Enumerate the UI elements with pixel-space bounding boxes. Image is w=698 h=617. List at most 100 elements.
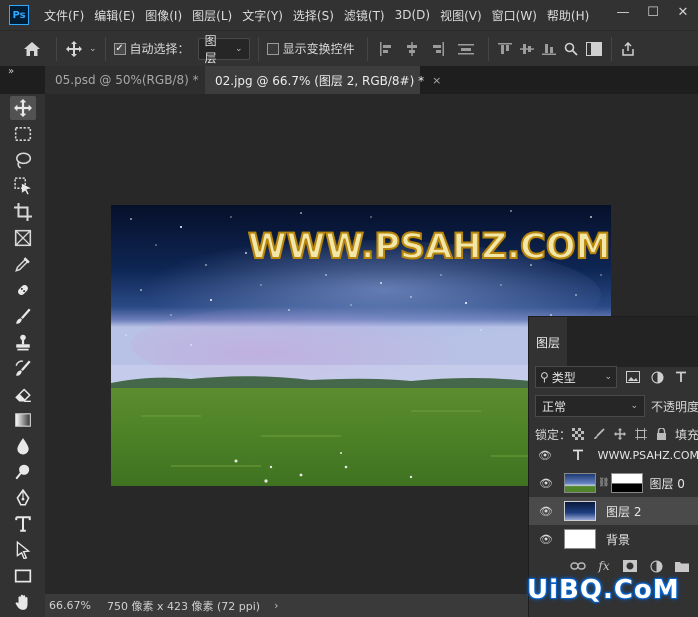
brush-tool-icon[interactable] [10, 304, 36, 328]
crop-tool-icon[interactable] [10, 200, 36, 224]
blend-row: 正常 ⌄ 不透明度 [529, 395, 698, 417]
search-icon[interactable] [563, 42, 579, 56]
dodge-tool-icon[interactable] [10, 460, 36, 484]
menu-layer[interactable]: 图层(L) [188, 7, 236, 24]
home-icon[interactable] [22, 39, 42, 59]
menu-edit[interactable]: 编辑(E) [90, 7, 139, 24]
menu-image[interactable]: 图像(I) [141, 7, 186, 24]
tool-preset-chevron-icon[interactable]: ⌄ [89, 44, 97, 54]
layer-filter-row: ⚲ 类型 ⌄ [529, 366, 698, 388]
collapse-toolbar-icon[interactable]: » [8, 66, 14, 77]
fill-label: 填充 [675, 427, 698, 442]
filter-image-icon[interactable] [625, 369, 641, 385]
pen-tool-icon[interactable] [10, 486, 36, 510]
workspace-icon[interactable] [585, 41, 603, 56]
lock-position-icon[interactable] [613, 426, 628, 442]
tab-02-jpg[interactable]: 02.jpg @ 66.7% (图层 2, RGB/8#) * × [205, 66, 441, 94]
menu-3d[interactable]: 3D(D) [391, 8, 434, 22]
auto-select-target-dropdown[interactable]: 图层 ⌄ [197, 34, 250, 65]
align-hcenter-icon[interactable] [404, 41, 420, 56]
blend-mode-value: 正常 [542, 399, 567, 414]
lock-all-icon[interactable] [654, 426, 669, 442]
align-left-icon[interactable] [378, 41, 394, 56]
status-menu-icon[interactable]: › [274, 599, 278, 612]
visibility-eye-icon[interactable]: 👁 [538, 533, 554, 546]
eyedropper-tool-icon[interactable] [10, 252, 36, 276]
menu-filter[interactable]: 滤镜(T) [340, 7, 389, 24]
hand-tool-icon[interactable] [10, 590, 36, 614]
frame-tool-icon[interactable] [10, 226, 36, 250]
rectangle-tool-icon[interactable] [10, 564, 36, 588]
restore-button[interactable]: ☐ [638, 0, 668, 24]
tab-label: 05.psd @ 50%(RGB/8) * [55, 73, 199, 87]
tab-layers[interactable]: 图层 [529, 317, 567, 367]
close-icon[interactable]: × [432, 74, 441, 87]
object-select-tool-icon[interactable] [10, 174, 36, 198]
minimize-button[interactable]: — [608, 0, 638, 24]
layer-row[interactable]: 👁 ⛓ 图层 0 [529, 469, 698, 497]
chevron-down-icon: ⌄ [604, 372, 612, 382]
layer-row[interactable]: 👁 背景 [529, 525, 698, 553]
visibility-eye-icon[interactable]: 👁 [538, 449, 552, 462]
menu-select[interactable]: 选择(S) [289, 7, 338, 24]
layer-name: 背景 [606, 532, 631, 547]
watermark-text: WWW.PSAHZ.COM [247, 226, 611, 268]
move-tool-icon[interactable] [10, 96, 36, 120]
zoom-level[interactable]: 66.67% [45, 599, 97, 612]
layer-name: 图层 0 [649, 476, 685, 491]
layer-thumbnail[interactable] [564, 473, 596, 493]
filter-value: 类型 [551, 370, 576, 385]
menu-file[interactable]: 文件(F) [40, 7, 88, 24]
clone-stamp-tool-icon[interactable] [10, 330, 36, 354]
marquee-tool-icon[interactable] [10, 122, 36, 146]
layer-name: 图层 2 [606, 504, 642, 519]
layers-panel-header: 图层 [529, 317, 698, 367]
history-brush-tool-icon[interactable] [10, 356, 36, 380]
lock-artboard-icon[interactable] [633, 426, 648, 442]
align-top-icon[interactable] [497, 42, 513, 56]
align-right-icon[interactable] [430, 41, 446, 56]
blur-tool-icon[interactable] [10, 434, 36, 458]
gradient-tool-icon[interactable] [10, 408, 36, 432]
fx-icon[interactable]: fx [593, 557, 615, 575]
layer-thumbnail[interactable] [564, 529, 596, 549]
new-group-icon[interactable] [671, 557, 693, 575]
close-button[interactable]: ✕ [668, 0, 698, 24]
link-icon[interactable]: ⛓ [598, 478, 609, 488]
filter-type-icon[interactable] [673, 369, 689, 385]
type-tool-icon[interactable] [10, 512, 36, 536]
share-icon[interactable] [620, 41, 636, 56]
layer-row-selected[interactable]: 👁 图层 2 [529, 497, 698, 525]
adjustment-layer-icon[interactable] [645, 557, 667, 575]
visibility-eye-icon[interactable]: 👁 [538, 477, 554, 490]
eraser-tool-icon[interactable] [10, 382, 36, 406]
align-bottom-icon[interactable] [541, 42, 557, 56]
chevron-down-icon: ⌄ [235, 43, 243, 54]
path-selection-tool-icon[interactable] [10, 538, 36, 562]
layer-filter-dropdown[interactable]: ⚲ 类型 ⌄ [535, 366, 617, 388]
lock-transparent-icon[interactable] [571, 426, 586, 442]
distribute-icon[interactable] [457, 42, 474, 56]
align-vcenter-icon[interactable] [519, 42, 535, 56]
link-layers-icon[interactable] [567, 557, 589, 575]
layer-mask-thumbnail[interactable] [611, 473, 644, 493]
document-tab-bar: » 05.psd @ 50%(RGB/8) * × 02.jpg @ 66.7%… [0, 66, 698, 94]
tools-panel [0, 94, 45, 617]
layer-thumbnail[interactable] [564, 501, 596, 521]
lock-pixels-icon[interactable] [592, 426, 607, 442]
add-mask-icon[interactable] [619, 557, 641, 575]
blend-mode-dropdown[interactable]: 正常 ⌄ [535, 395, 645, 417]
menu-type[interactable]: 文字(Y) [238, 7, 287, 24]
menu-window[interactable]: 窗口(W) [488, 7, 541, 24]
lasso-tool-icon[interactable] [10, 148, 36, 172]
filter-adjustment-icon[interactable] [649, 369, 665, 385]
healing-brush-tool-icon[interactable] [10, 278, 36, 302]
tab-05-psd[interactable]: 05.psd @ 50%(RGB/8) * × [45, 66, 216, 94]
visibility-eye-icon[interactable]: 👁 [538, 505, 554, 518]
move-tool-icon[interactable] [65, 40, 83, 58]
show-transform-checkbox[interactable] [266, 42, 279, 55]
layer-row[interactable]: 👁 WWW.PSAHZ.COM [529, 441, 698, 469]
menu-view[interactable]: 视图(V) [436, 7, 486, 24]
menu-help[interactable]: 帮助(H) [543, 7, 593, 24]
auto-select-checkbox[interactable]: ✓ [113, 42, 126, 55]
